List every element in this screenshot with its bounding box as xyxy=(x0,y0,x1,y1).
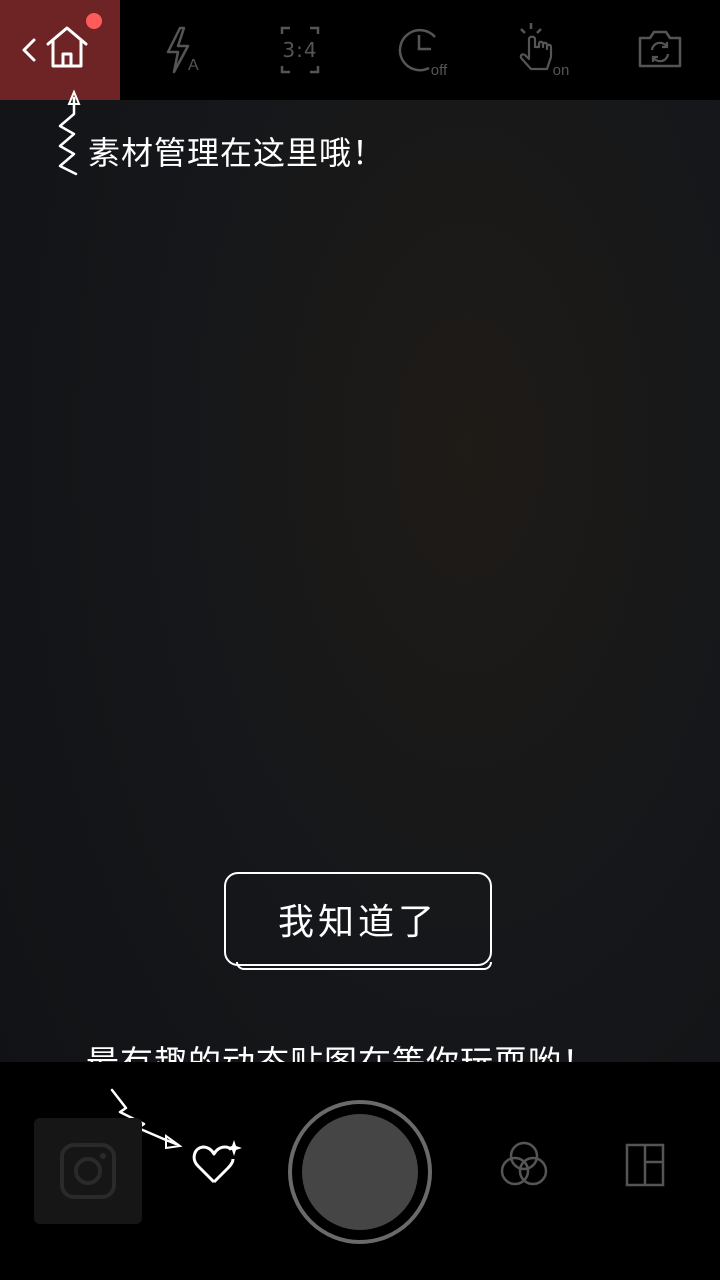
filter-button[interactable] xyxy=(496,1138,552,1190)
svg-text:off: off xyxy=(431,62,448,79)
svg-text:on: on xyxy=(553,62,570,79)
switch-camera-button[interactable] xyxy=(600,0,720,100)
tip-material-management: 素材管理在这里哦！ xyxy=(88,134,386,172)
shutter-inner xyxy=(302,1114,418,1230)
aspect-ratio-button[interactable]: 3:4 xyxy=(240,0,360,100)
notification-dot xyxy=(86,13,102,29)
home-button[interactable] xyxy=(0,0,120,100)
timer-button[interactable]: off xyxy=(360,0,480,100)
gallery-thumbnail[interactable] xyxy=(34,1118,142,1224)
filter-circles-icon xyxy=(500,1141,548,1186)
sticker-button[interactable] xyxy=(188,1136,244,1188)
back-chevron-icon xyxy=(22,26,88,68)
switch-camera-icon xyxy=(638,30,682,68)
touch-hand-icon: on xyxy=(519,23,570,79)
svg-text:A: A xyxy=(188,57,199,74)
aspect-ratio-icon: 3:4 xyxy=(280,26,320,74)
timer-icon: off xyxy=(398,28,448,79)
house-icon xyxy=(46,26,88,68)
flash-auto-icon: A xyxy=(166,26,199,74)
collage-layout-icon xyxy=(625,1143,665,1187)
shutter-button[interactable] xyxy=(288,1100,432,1244)
camera-app: A 3:4 off on 素材管理在这里哦！ 我知道了 xyxy=(0,0,720,1280)
touch-shoot-button[interactable]: on xyxy=(480,0,600,100)
collage-layout-button[interactable] xyxy=(624,1142,668,1188)
got-it-label: 我知道了 xyxy=(277,902,438,943)
top-toolbar: A 3:4 off on xyxy=(0,0,720,100)
svg-text:3:4: 3:4 xyxy=(282,38,317,62)
heart-sparkle-icon xyxy=(192,1140,242,1184)
flash-button[interactable]: A xyxy=(120,0,240,100)
got-it-button[interactable]: 我知道了 xyxy=(224,872,492,970)
instagram-icon xyxy=(60,1143,116,1199)
